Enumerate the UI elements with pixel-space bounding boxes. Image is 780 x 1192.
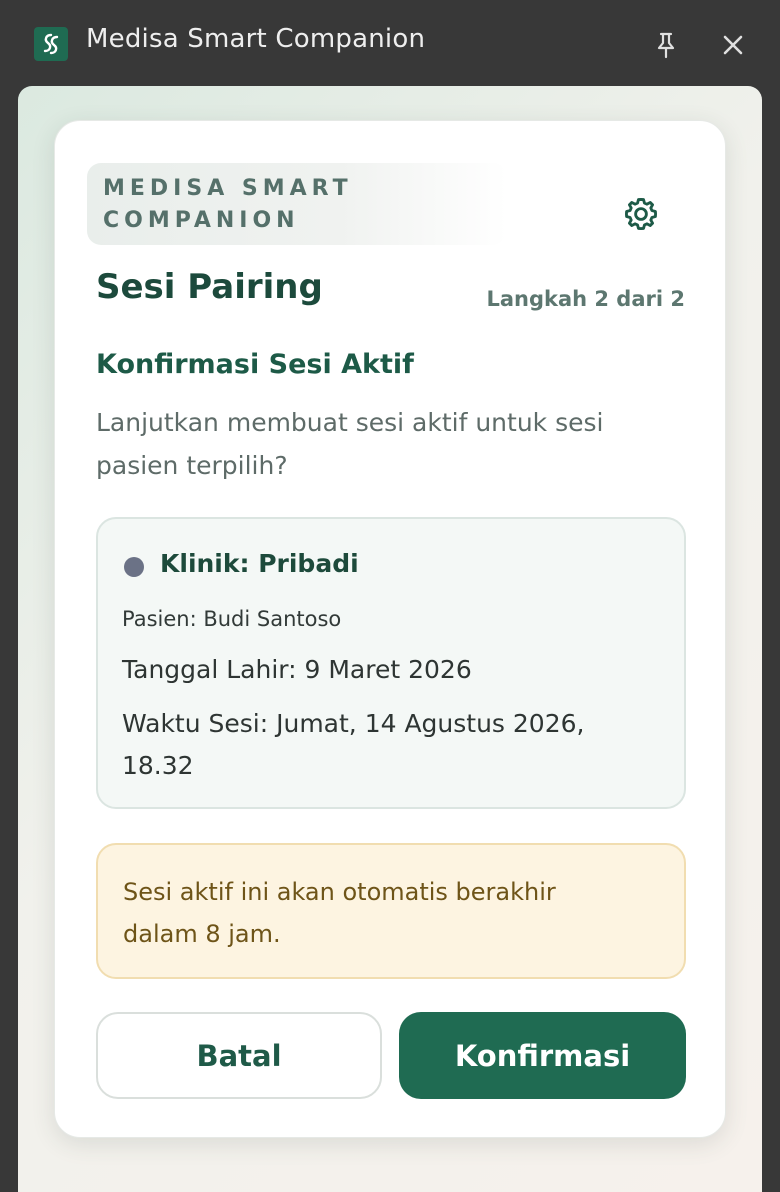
clinic-name: Klinik: Pribadi — [160, 549, 359, 578]
birth-date: Tanggal Lahir: 9 Maret 2026 — [122, 655, 472, 684]
session-time: Waktu Sesi: Jumat, 14 Agustus 2026, 18.3… — [122, 709, 585, 780]
expiry-warning: Sesi aktif ini akan otomatis berakhir da… — [96, 843, 686, 979]
pin-icon[interactable] — [652, 28, 680, 62]
step-indicator: Langkah 2 dari 2 — [486, 287, 685, 311]
brand-badge: MEDISA SMART COMPANION — [87, 163, 507, 245]
cancel-button[interactable]: Batal — [96, 1012, 382, 1099]
status-dot — [124, 557, 144, 577]
patient-name: Pasien: Budi Santoso — [122, 607, 342, 631]
section-description: Lanjutkan membuat sesi aktif untuk sesi … — [96, 408, 604, 480]
warning-text: Sesi aktif ini akan otomatis berakhir da… — [123, 878, 556, 948]
page-title: Sesi Pairing — [96, 267, 323, 307]
confirm-button[interactable]: Konfirmasi — [399, 1012, 686, 1099]
section-title: Konfirmasi Sesi Aktif — [96, 349, 414, 380]
close-icon[interactable] — [718, 30, 748, 60]
medisa-logo-icon — [34, 27, 68, 61]
session-info-box: Klinik: Pribadi Pasien: Budi Santoso Tan… — [96, 517, 686, 809]
window-titlebar: Medisa Smart Companion — [0, 0, 780, 86]
pairing-card: MEDISA SMART COMPANION Sesi Pairing Lang… — [54, 120, 726, 1138]
gear-icon[interactable] — [618, 191, 664, 237]
window-title: Medisa Smart Companion — [86, 24, 426, 54]
brand-label: MEDISA SMART COMPANION — [103, 176, 353, 233]
